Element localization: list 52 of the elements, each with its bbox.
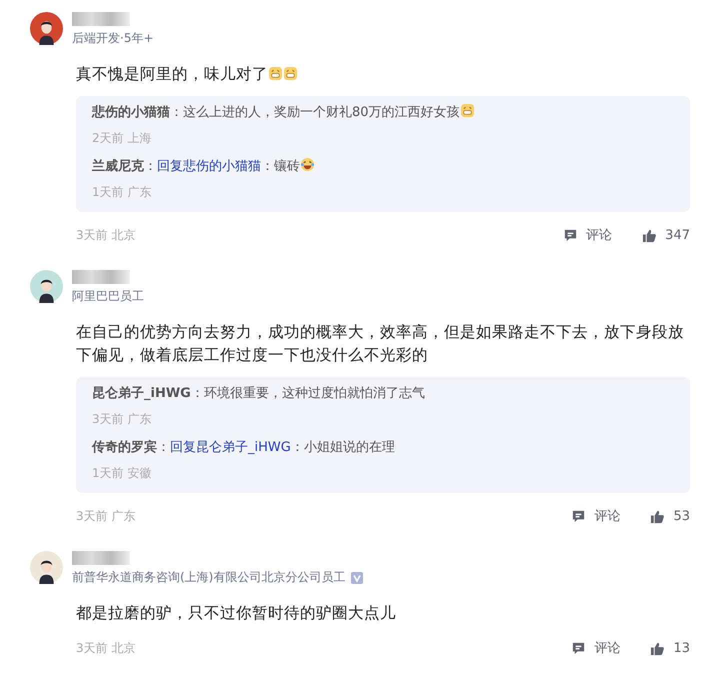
reply-text: 小姐姐说的在理 xyxy=(304,440,395,455)
verified-badge-icon xyxy=(351,572,364,584)
reply-text: 这么上进的人，奖励一个财礼80万的江西好女孩 xyxy=(183,105,460,120)
thumbs-up-icon xyxy=(650,640,666,656)
comment-button[interactable]: 评论 xyxy=(571,639,620,657)
comment-text: 真不愧是阿里的，味儿对了 xyxy=(76,65,268,83)
reply-time-location: 3天前 广东 xyxy=(92,411,152,428)
like-button[interactable]: 13 xyxy=(650,639,690,657)
comment-time-location: 3天前 北京 xyxy=(76,640,136,656)
blurred-username xyxy=(72,12,130,26)
user-title: 前普华永道商务咨询(上海)有限公司北京分公司员工 xyxy=(72,569,346,586)
grin-emoji-icon xyxy=(268,66,283,81)
avatar-icon[interactable] xyxy=(30,270,63,303)
reply-text: 镶砖 xyxy=(274,159,300,174)
reply-time-location: 1天前 广东 xyxy=(92,184,152,201)
thumbs-up-icon xyxy=(642,228,658,242)
like-button[interactable]: 347 xyxy=(642,226,690,244)
colon: ： xyxy=(157,440,170,455)
grin-emoji-icon xyxy=(283,66,298,81)
grin-emoji-icon xyxy=(460,103,475,118)
avatar-icon[interactable] xyxy=(30,12,63,45)
reply-author[interactable]: 昆仑弟子_iHWG xyxy=(92,386,191,401)
colon: ： xyxy=(170,105,183,120)
comment-icon xyxy=(571,508,586,524)
like-button[interactable]: 53 xyxy=(650,507,690,525)
reply-to-link[interactable]: 回复昆仑弟子_iHWG xyxy=(170,440,291,455)
comment-time-location: 3天前 广东 xyxy=(76,508,136,524)
comment-button[interactable]: 评论 xyxy=(563,226,612,244)
avatar-icon[interactable] xyxy=(30,551,63,584)
colon: ： xyxy=(290,440,304,455)
reply-time-location: 2天前 上海 xyxy=(92,130,152,147)
colon: ： xyxy=(144,159,157,174)
comment-text: 在自己的优势方向去努力，成功的概率大，效率高，但是如果路走不下去，放下身段放下偏见，做着底层工作过度一下也没什么不光彩的 xyxy=(76,323,684,364)
user-title: 阿里巴巴员工 xyxy=(72,288,144,305)
blurred-username xyxy=(72,551,130,565)
comment-text: 都是拉磨的驴，只不过你暂时待的驴圈大点儿 xyxy=(76,604,396,622)
user-title: 后端开发·5年+ xyxy=(72,30,154,47)
comment-time-location: 3天前 北京 xyxy=(76,226,136,244)
reply-time-location: 1天前 安徽 xyxy=(92,465,152,482)
reply-author[interactable]: 悲伤的小猫猫 xyxy=(92,105,170,120)
reply-text: 环境很重要，这种过度怕就怕消了志气 xyxy=(204,386,425,401)
reply-author[interactable]: 兰威尼克 xyxy=(92,159,144,174)
colon: ： xyxy=(261,159,274,174)
reply-to-link[interactable]: 回复悲伤的小猫猫 xyxy=(157,159,261,174)
comment-button[interactable]: 评论 xyxy=(571,507,620,525)
comment-icon xyxy=(571,640,586,656)
colon: ： xyxy=(190,386,204,401)
blurred-username xyxy=(72,270,130,284)
thumbs-up-icon xyxy=(650,508,666,524)
reply-author[interactable]: 传奇的罗宾 xyxy=(92,440,157,455)
laughing-emoji-icon xyxy=(300,157,315,172)
comment-icon xyxy=(563,228,578,242)
